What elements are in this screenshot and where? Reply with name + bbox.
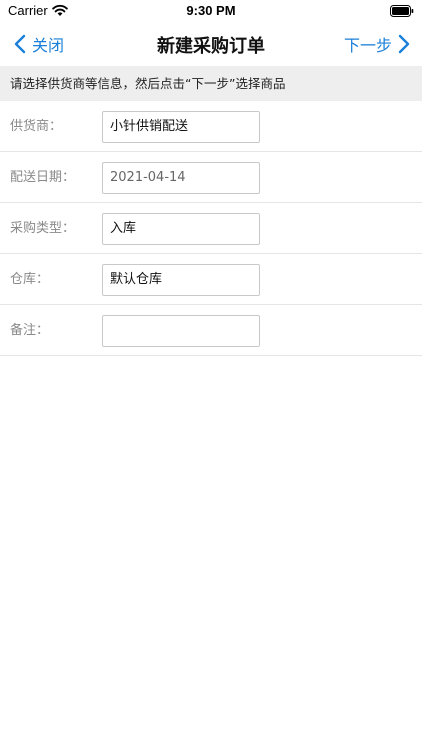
clock: 9:30 PM <box>186 3 236 18</box>
form-row-delivery-date: 配送日期： 2021-04-14 <box>0 152 422 203</box>
form-row-warehouse: 仓库： 默认仓库 <box>0 254 422 305</box>
screen: Carrier 9:30 PM 关闭 新建采购订单 下一步 请选择供货商等信息，… <box>0 0 422 750</box>
next-step-label: 下一步 <box>343 36 392 55</box>
supplier-field[interactable]: 小针供销配送 <box>102 111 260 143</box>
battery-icon <box>390 5 414 17</box>
delivery-date-field[interactable]: 2021-04-14 <box>102 162 260 194</box>
instruction-banner: 请选择供货商等信息，然后点击“下一步”选择商品 <box>0 66 422 101</box>
form-row-supplier: 供货商： 小针供销配送 <box>0 101 422 152</box>
purchase-type-label: 采购类型： <box>10 221 76 236</box>
remarks-label: 备注： <box>10 323 50 338</box>
supplier-label: 供货商： <box>10 119 63 134</box>
form-row-remarks: 备注： <box>0 305 422 356</box>
form-row-purchase-type: 采购类型： 入库 <box>0 203 422 254</box>
chevron-right-icon <box>398 34 410 54</box>
remarks-field[interactable] <box>102 315 260 347</box>
purchase-type-field[interactable]: 入库 <box>102 213 260 245</box>
next-step-button[interactable]: 下一步 <box>344 31 410 57</box>
nav-bar: 关闭 新建采购订单 下一步 <box>0 22 422 66</box>
purchase-order-form: 供货商： 小针供销配送 配送日期： 2021-04-14 采购类型： 入库 仓库… <box>0 101 422 356</box>
status-bar: Carrier 9:30 PM <box>0 0 422 22</box>
warehouse-label: 仓库： <box>10 272 50 287</box>
warehouse-field[interactable]: 默认仓库 <box>102 264 260 296</box>
delivery-date-label: 配送日期： <box>10 170 76 185</box>
